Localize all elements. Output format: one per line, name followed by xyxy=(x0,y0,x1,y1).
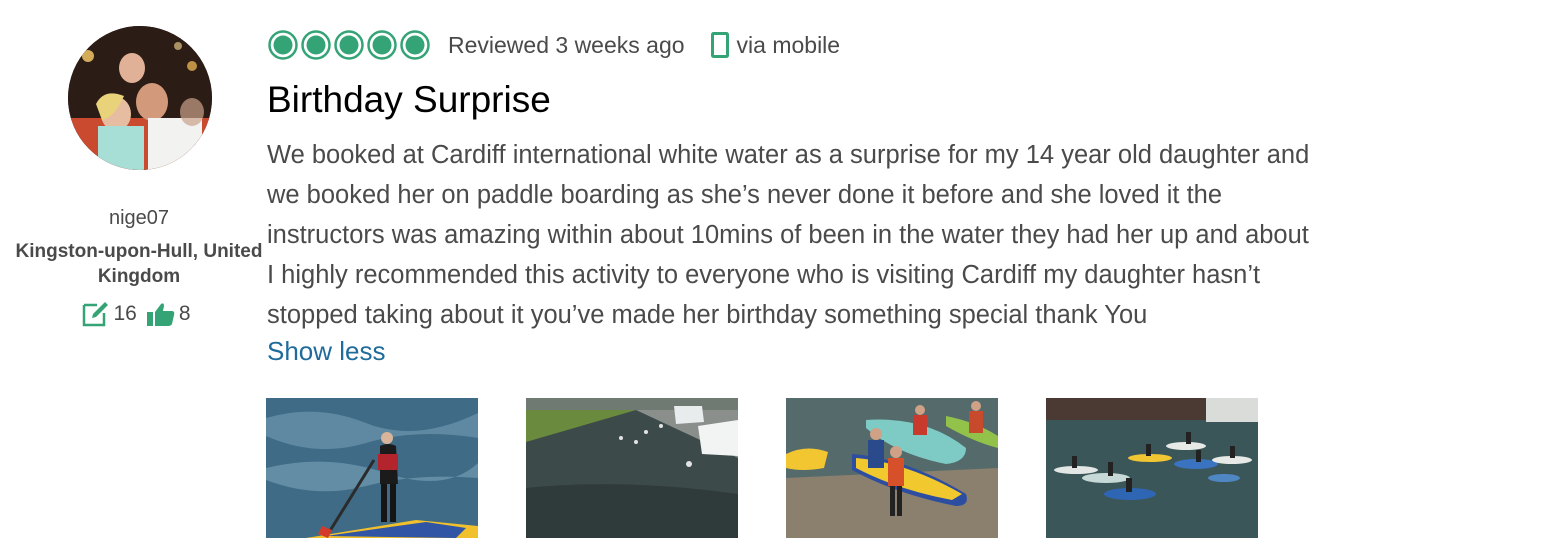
review-title[interactable]: Birthday Surprise xyxy=(267,78,551,122)
reviewer-stats: 16 8 xyxy=(0,300,278,328)
review-body-line: we booked her on paddle boarding as she’… xyxy=(267,181,1223,209)
device-indicator: via mobile xyxy=(710,31,841,59)
review-body-line: I highly recommended this activity to ev… xyxy=(267,261,1261,289)
show-less-link[interactable]: Show less xyxy=(267,336,386,367)
reviewer-location: Kingston-upon-Hull, United Kingdom xyxy=(15,241,263,287)
thumbs-up-icon xyxy=(146,302,175,326)
review-photo[interactable] xyxy=(526,398,738,538)
device-label: via mobile xyxy=(736,31,841,58)
review-date: Reviewed 3 weeks ago xyxy=(448,31,685,58)
rating-bubble-icon xyxy=(334,30,364,60)
review-photo[interactable] xyxy=(786,398,998,538)
rating-bubble-icon xyxy=(400,30,430,60)
contribution-count: 16 xyxy=(113,302,137,325)
helpful-vote-count: 8 xyxy=(178,302,191,325)
rating-bubble-icon xyxy=(301,30,331,60)
reviewer-username[interactable]: nige07 xyxy=(0,207,278,230)
review-meta: Reviewed 3 weeks ago via mobile xyxy=(268,28,840,62)
review-photo[interactable] xyxy=(1046,398,1258,538)
review-body: We booked at Cardiff international white… xyxy=(267,135,1447,335)
review-body-line: We booked at Cardiff international white… xyxy=(267,141,1310,169)
rating-bubbles xyxy=(268,30,430,60)
rating-bubble-icon xyxy=(367,30,397,60)
review-body-line: stopped taking about it you’ve made her … xyxy=(267,301,1148,329)
review-body-line: instructors was amazing within about 10m… xyxy=(267,221,1309,249)
review-photo[interactable] xyxy=(266,398,478,538)
rating-bubble-icon xyxy=(268,30,298,60)
edit-note-icon xyxy=(81,300,109,328)
mobile-phone-icon xyxy=(710,32,729,58)
reviewer-avatar[interactable] xyxy=(68,26,212,170)
